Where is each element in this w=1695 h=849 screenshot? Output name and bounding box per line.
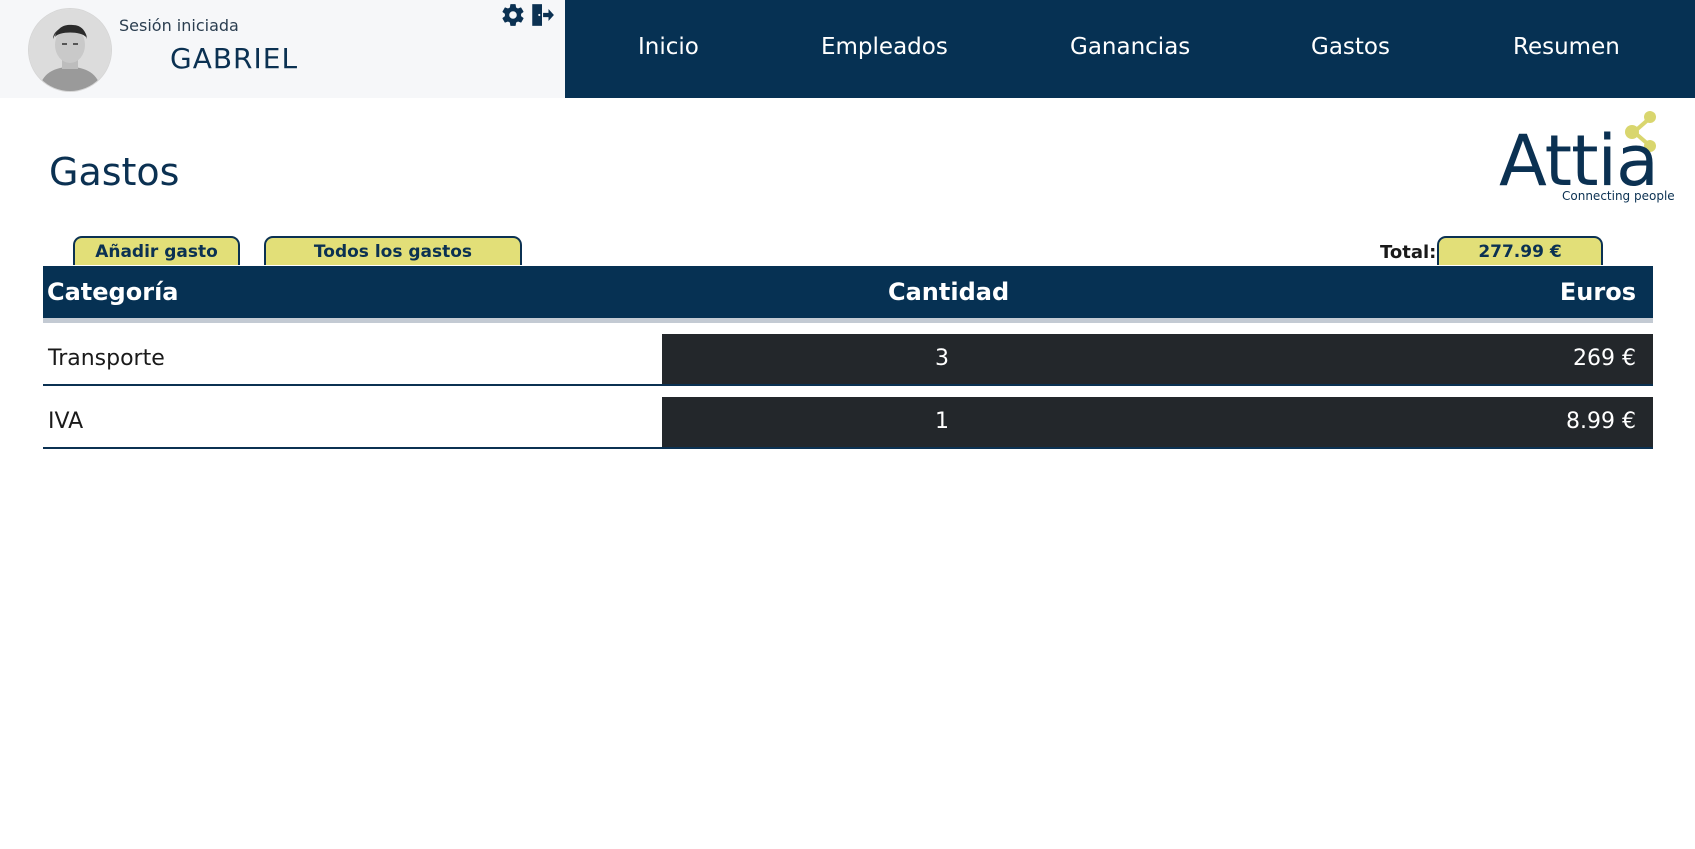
total-label: Total: bbox=[1380, 242, 1437, 263]
row-value-cells: 3 269 € bbox=[662, 334, 1653, 384]
header-category: Categoría bbox=[47, 278, 179, 306]
row-quantity: 3 bbox=[935, 346, 949, 371]
tab-all-expenses[interactable]: Todos los gastos bbox=[264, 236, 522, 265]
user-name: GABRIEL bbox=[170, 42, 299, 75]
tab-add-expense[interactable]: Añadir gasto bbox=[73, 236, 240, 265]
table-row[interactable]: IVA 1 8.99 € bbox=[43, 397, 1653, 449]
total-value: 277.99 € bbox=[1437, 236, 1603, 265]
nav-item-resumen[interactable]: Resumen bbox=[1513, 34, 1620, 60]
session-label: Sesión iniciada bbox=[119, 16, 239, 35]
table-row[interactable]: Transporte 3 269 € bbox=[43, 334, 1653, 386]
top-bar: Sesión iniciada GABRIEL Inicio Empleados… bbox=[0, 0, 1695, 98]
session-panel: Sesión iniciada GABRIEL bbox=[0, 0, 565, 98]
row-euros: 269 € bbox=[1573, 346, 1636, 371]
nav-item-ganancias[interactable]: Ganancias bbox=[1070, 34, 1190, 60]
logo-tagline: Connecting people bbox=[1562, 189, 1675, 203]
nav-item-inicio[interactable]: Inicio bbox=[638, 34, 699, 60]
avatar bbox=[29, 9, 111, 91]
row-quantity: 1 bbox=[935, 409, 949, 434]
nav-item-empleados[interactable]: Empleados bbox=[821, 34, 948, 60]
header-divider bbox=[43, 318, 1653, 323]
row-euros: 8.99 € bbox=[1566, 409, 1636, 434]
gear-icon[interactable] bbox=[500, 2, 526, 28]
row-category: IVA bbox=[48, 409, 84, 434]
nav-item-gastos[interactable]: Gastos bbox=[1311, 34, 1390, 60]
table-header: Categoría Cantidad Euros bbox=[43, 266, 1653, 318]
header-euros: Euros bbox=[1559, 278, 1636, 306]
row-value-cells: 1 8.99 € bbox=[662, 397, 1653, 447]
main-nav: Inicio Empleados Ganancias Gastos Resume… bbox=[565, 0, 1695, 98]
logout-icon[interactable] bbox=[529, 2, 555, 28]
row-category: Transporte bbox=[48, 346, 165, 371]
expenses-table: Categoría Cantidad Euros Transporte 3 26… bbox=[43, 266, 1653, 449]
page-title: Gastos bbox=[49, 150, 180, 194]
company-logo: Attia Connecting people bbox=[1497, 110, 1687, 205]
header-quantity: Cantidad bbox=[888, 278, 1010, 306]
